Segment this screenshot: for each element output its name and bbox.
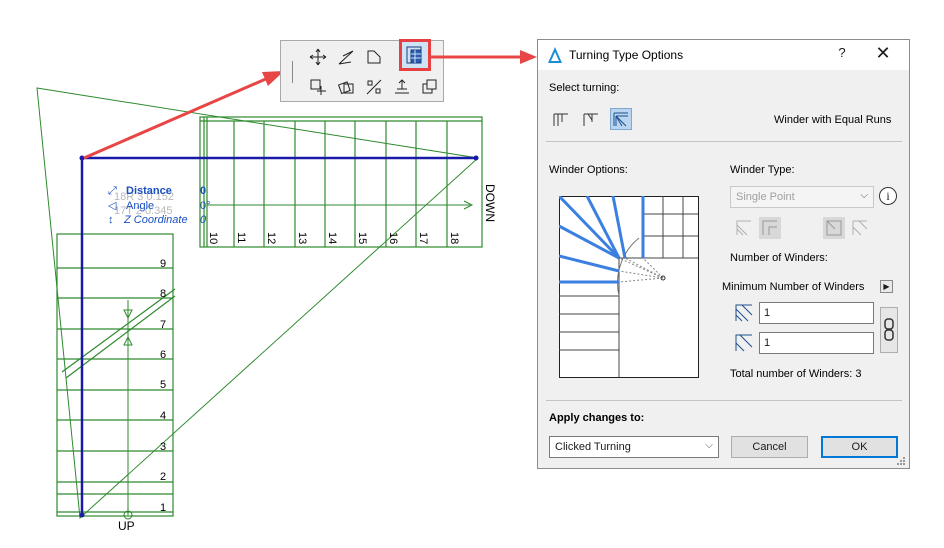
step-number: 11 [235,232,247,243]
step-number: 2 [160,471,166,483]
elevate-icon[interactable] [391,76,413,98]
step-number: 1 [160,502,166,514]
distance-value[interactable]: 0 [200,185,206,197]
help-button[interactable]: ? [834,45,850,60]
winder-corner-in-icon[interactable] [823,217,845,239]
step-number: 18 [448,232,460,244]
step-number: 8 [160,288,166,300]
step-number: 12 [265,232,277,244]
angle-value[interactable]: 0° [200,200,211,212]
winder-multi-point-icon[interactable] [759,217,781,239]
callout-arrow [83,71,284,160]
step-number: 10 [207,232,219,244]
turning-type-name: Winder with Equal Runs [774,114,892,126]
step-number: 3 [160,441,166,453]
turning-type-button[interactable] [399,39,431,71]
step-number: 6 [160,349,166,361]
info-icon[interactable]: i [879,187,897,205]
angle-icon: ◁ [108,200,117,212]
up-label: UP [118,519,135,533]
winder-type-label: Winder Type: [730,164,795,176]
chevron-down-icon: ⌵ [860,190,868,201]
dialog-title: Turning Type Options [569,48,684,62]
close-button[interactable]: ✕ [873,43,893,64]
cancel-button[interactable]: Cancel [731,436,808,458]
angle-label: Angle [126,200,154,212]
winder-count-start-value: 1 [764,307,771,319]
offset-icon[interactable] [363,76,385,98]
callout-arrow-right [430,50,537,64]
winders-end-icon [733,332,755,354]
step-number: 14 [326,232,338,244]
link-winders-button[interactable] [880,307,898,353]
z-coordinate-label: Z Coordinate [123,214,188,226]
step-number: 9 [160,258,166,270]
winder-type-dropdown[interactable]: Single Point ⌵ [730,186,874,208]
z-coordinate-value[interactable]: 0 [200,214,207,226]
winder-options-label: Winder Options: [549,164,628,176]
copy-icon[interactable] [419,76,441,98]
distance-icon: ⤢ [108,185,117,197]
turning-equal-runs-icon[interactable] [610,108,632,130]
chevron-down-icon: ⌵ [705,440,713,451]
winder-type-value: Single Point [736,191,795,203]
rotate-icon[interactable] [335,46,357,68]
winder-count-end-value: 1 [764,337,771,349]
toolbar-separator [292,61,293,83]
turning-type-options-dialog: Turning Type Options ? ✕ Select turning:… [537,39,910,469]
divider [546,141,902,142]
z-coordinate-icon: ↕ [108,214,114,226]
turning-landing-icon[interactable] [550,108,572,130]
turning-winder-icon[interactable] [580,108,602,130]
select-turning-label: Select turning: [549,82,620,94]
step-number: 17 [417,232,429,244]
multiply-icon[interactable] [307,76,329,98]
winder-count-start-input[interactable]: 1 [759,302,874,324]
chain-link-icon [884,318,894,341]
distance-label: Distance [126,185,172,197]
step-number: 5 [160,379,166,391]
winder-preview-diagram [559,196,699,378]
dialog-title-bar[interactable]: Turning Type Options ? ✕ [538,40,909,70]
vertical-flight [56,233,176,517]
turning-type-icon [406,46,422,64]
move-icon[interactable] [307,46,329,68]
step-number: 7 [160,319,166,331]
apply-changes-label: Apply changes to: [549,412,645,424]
down-label: DOWN [483,184,497,222]
mode-menu-arrow-icon[interactable]: ▶ [880,280,893,293]
apply-changes-dropdown[interactable]: Clicked Turning ⌵ [549,436,719,458]
stair-boundary [36,87,480,520]
rotate-copy-icon[interactable] [335,76,357,98]
apply-changes-value: Clicked Turning [555,441,631,453]
number-of-winders-label: Number of Winders: [730,252,828,264]
stair-plan-canvas[interactable]: 9 8 7 6 5 4 3 2 1 10 11 12 13 14 15 16 1… [0,0,540,548]
winders-start-icon [733,302,755,324]
step-number: 15 [356,232,368,244]
winder-count-mode[interactable]: Minimum Number of Winders [722,281,864,293]
winder-single-point-icon[interactable] [733,217,755,239]
winder-corner-out-icon[interactable] [849,217,871,239]
edit-corner-icon[interactable] [363,46,385,68]
resize-grip-icon[interactable] [896,456,906,466]
step-number: 16 [387,232,399,244]
ok-button[interactable]: OK [821,436,898,458]
archicad-app-icon [548,47,562,63]
total-winders-label: Total number of Winders: 3 [730,368,862,380]
step-number: 4 [160,410,166,422]
winder-count-end-input[interactable]: 1 [759,332,874,354]
step-number: 13 [296,232,308,244]
divider [546,400,902,401]
